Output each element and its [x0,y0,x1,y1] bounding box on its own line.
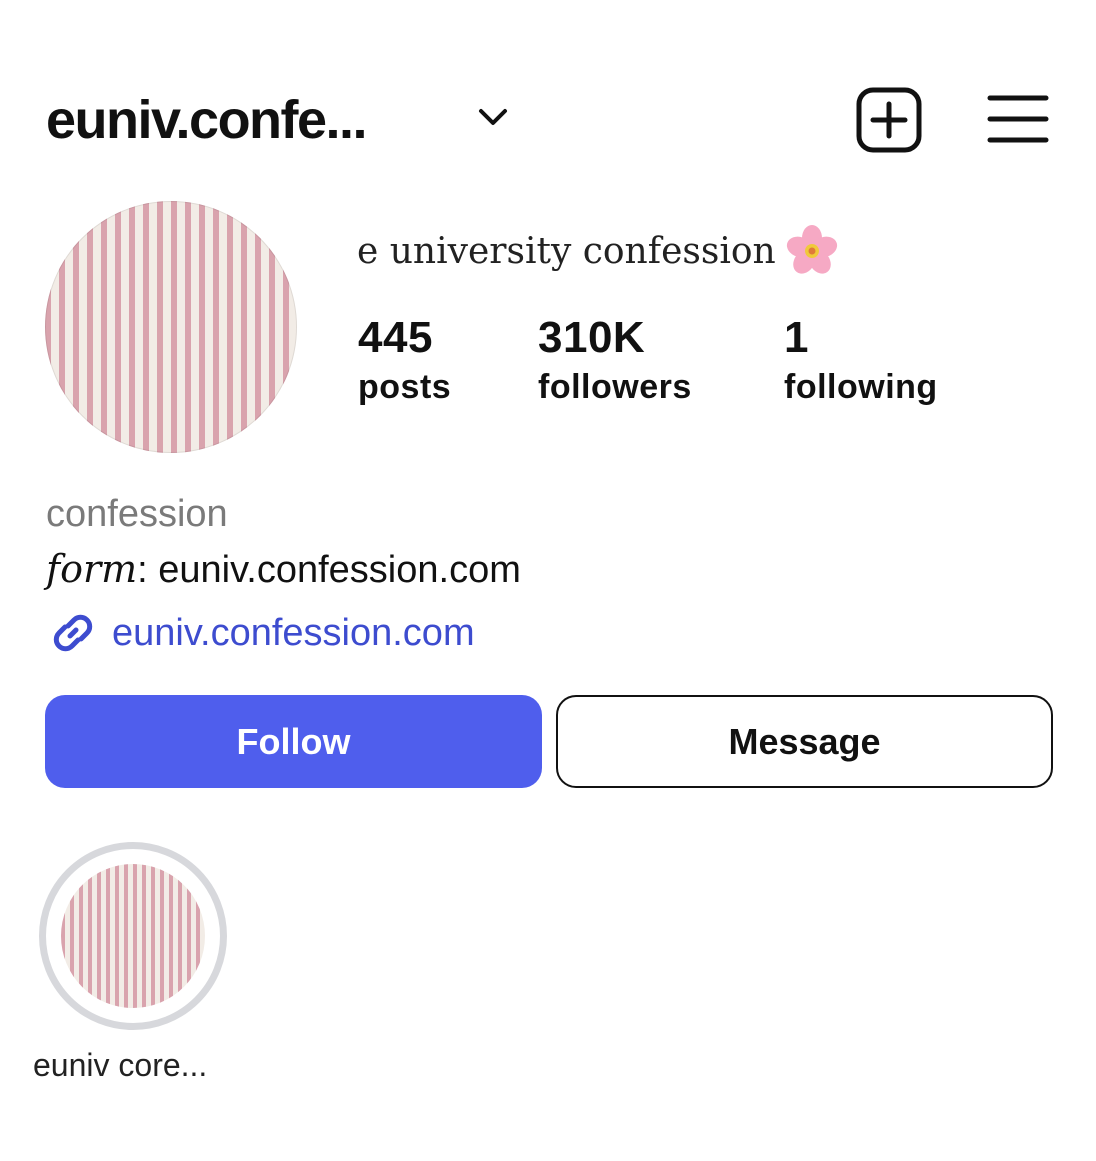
chevron-down-icon[interactable] [472,100,514,136]
following-count: 1 [784,313,809,362]
highlight-cover [61,864,205,1008]
followers-count: 310K [538,313,646,362]
plus-square-icon[interactable] [855,86,923,154]
profile-link-text[interactable]: euniv.confession.com [112,606,475,660]
following-label: following [784,368,938,406]
stat-following[interactable]: 1 following [784,312,938,410]
link-icon [53,614,93,652]
top-bar: euniv.confe... [0,0,1096,190]
profile-link[interactable]: euniv.confession.com [46,606,475,666]
stat-followers[interactable]: 310K followers [538,312,692,410]
followers-label: followers [538,368,692,406]
display-name: e university confession [357,225,838,277]
cherry-blossom-icon [786,225,837,274]
bio-line: form: euniv.confession.com [46,545,521,594]
profile-avatar[interactable] [45,201,297,453]
story-highlight[interactable] [39,842,227,1030]
posts-label: posts [358,368,452,406]
bio-text: euniv.confession.com [158,549,521,591]
hamburger-menu-icon[interactable] [984,90,1054,150]
highlight-label[interactable]: euniv core... [33,1044,207,1086]
stat-posts[interactable]: 445 posts [358,312,451,410]
posts-count: 445 [358,313,433,362]
follow-button[interactable]: Follow [45,695,542,788]
bio-separator: : [137,549,159,591]
bio-prefix: form [46,547,138,591]
message-button[interactable]: Message [556,695,1053,788]
display-name-text: e university confession [357,231,776,272]
username-title[interactable]: euniv.confe... [46,88,368,152]
profile-category: confession [46,493,228,535]
